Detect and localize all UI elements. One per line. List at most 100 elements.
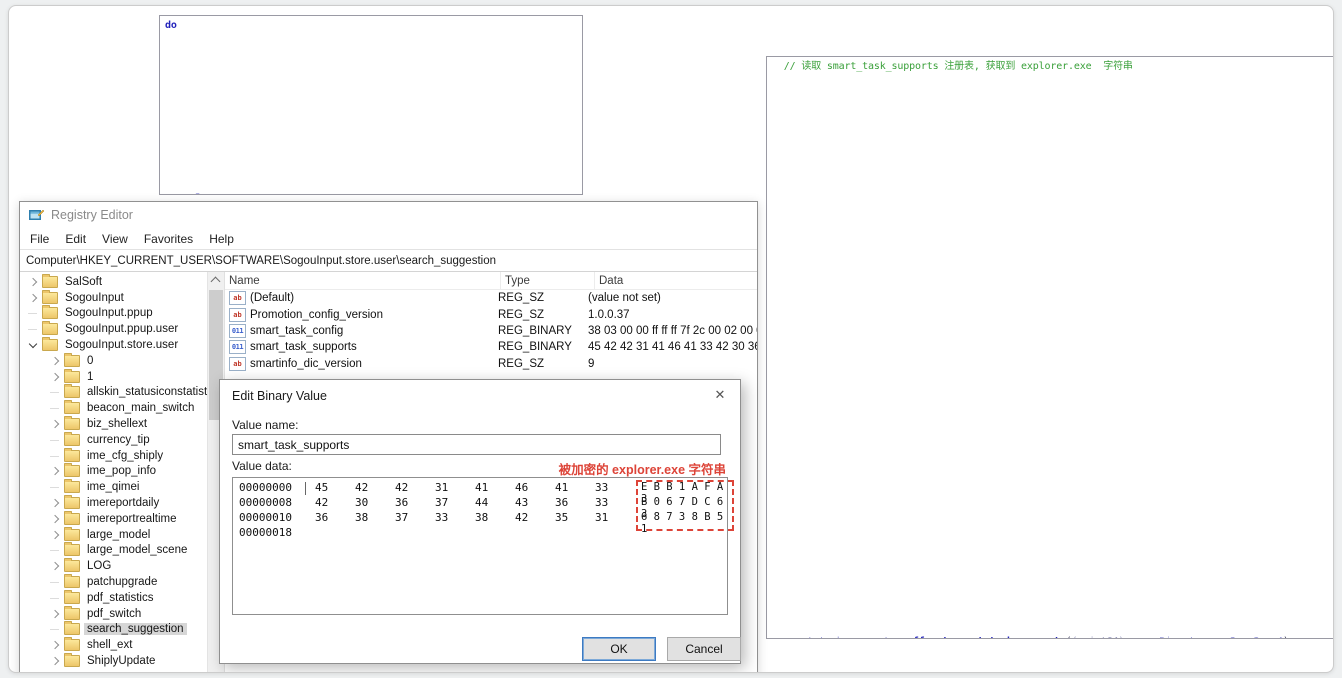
tree-item-ime_cfg_shiply[interactable]: ime_cfg_shiply <box>20 447 208 464</box>
code-line: // 读取 smart_task_supports 注册表, 获取到 explo… <box>772 61 1133 72</box>
address-bar-input[interactable]: Computer\HKEY_CURRENT_USER\SOFTWARE\Sogo… <box>20 249 757 272</box>
tree-item-0[interactable]: 0 <box>20 352 208 369</box>
tree-item-ShiplyUpdate[interactable]: ShiplyUpdate <box>20 653 208 669</box>
folder-icon <box>64 637 80 652</box>
tree-expander-icon[interactable] <box>48 609 62 619</box>
hex-byte: 42 <box>315 496 329 509</box>
tree-connector <box>26 308 40 318</box>
tree-item-search_suggestion[interactable]: search_suggestion <box>20 621 208 638</box>
tree-connector <box>48 577 62 587</box>
tree-item-label: allskin_statusiconstatistics <box>87 386 222 399</box>
tree-expander-icon[interactable] <box>48 419 62 429</box>
decompiler-panel-right: // 读取 smart_task_supports 注册表, 获取到 explo… <box>766 56 1333 639</box>
tree-expander-icon[interactable] <box>26 340 40 350</box>
tree-item-SogouInput.store.user[interactable]: SogouInput.store.user <box>20 337 208 353</box>
tree-item-label: SogouInput.ppup <box>65 307 153 320</box>
tree-expander-icon[interactable] <box>48 514 62 524</box>
tree-item-LOG[interactable]: LOG <box>20 558 208 574</box>
tree-item-SogouInput.ppup.user[interactable]: SogouInput.ppup.user <box>20 321 208 337</box>
tree-item-pdf_statistics[interactable]: pdf_statistics <box>20 589 208 606</box>
registry-tree-pane: SalSoft SogouInput SogouInput.ppup SogouInp… <box>20 272 225 672</box>
value-type: REG_SZ <box>498 357 545 370</box>
value-row-smartinfo_dic_version[interactable]: ab smartinfo_dic_version REG_SZ 9 <box>225 356 757 372</box>
tree-expander-icon[interactable] <box>48 356 62 366</box>
encrypted-string-annotation: 被加密的 explorer.exe 字符串 <box>558 463 726 477</box>
close-icon[interactable]: ✕ <box>712 387 728 403</box>
menu-edit[interactable]: Edit <box>57 230 94 248</box>
tree-item-ime_pop_info[interactable]: ime_pop_info <box>20 463 208 480</box>
hex-editor[interactable]: 00000000 45 42 42 31 41 46 41 33 E B B 1 A F A 30… <box>232 477 734 615</box>
tree-item-allskin_statusiconstatistics[interactable]: allskin_statusiconstatistics <box>20 384 221 401</box>
value-type: REG_BINARY <box>498 324 572 337</box>
menu-help[interactable]: Help <box>201 230 242 248</box>
value-row-smart_task_config[interactable]: 011 smart_task_config REG_BINARY 38 03 00 0… <box>225 323 757 339</box>
tree-item-1[interactable]: 1 <box>20 368 208 385</box>
hex-byte: 31 <box>435 481 449 494</box>
value-name-input[interactable]: smart_task_supports <box>232 434 721 455</box>
tree-item-large_model_scene[interactable]: large_model_scene <box>20 542 208 559</box>
tree-expander-icon[interactable] <box>48 640 62 650</box>
hex-row-00000000[interactable]: 00000000 45 42 42 31 41 46 41 33 E B B 1 A F A 3 <box>233 481 727 505</box>
tree-item-SogouInput.ppup[interactable]: SogouInput.ppup <box>20 305 208 322</box>
value-row-smart_task_supports[interactable]: 011 smart_task_supports REG_BINARY 45 42 42… <box>225 339 757 355</box>
tree-item-SalSoft[interactable]: SalSoft <box>20 273 208 290</box>
tree-item-SogouInput[interactable]: SogouInput <box>20 289 208 306</box>
tree-item-ime_qimei[interactable]: ime_qimei <box>20 479 208 495</box>
value-name: smart_task_supports <box>250 341 357 354</box>
scroll-up-icon[interactable] <box>210 276 221 287</box>
tree-expander-icon[interactable] <box>48 561 62 571</box>
content-card: do ++n8;while ( aSmartTaskSuppo[n8] );ff… <box>8 5 1334 673</box>
code-line: do <box>165 20 177 31</box>
tree-item-beacon_main_switch[interactable]: beacon_main_switch <box>20 400 208 416</box>
tree-item-biz_shellext[interactable]: biz_shellext <box>20 416 208 432</box>
folder-icon <box>64 447 80 462</box>
tree-expander-icon[interactable] <box>48 498 62 508</box>
tree-expander-icon[interactable] <box>26 293 40 303</box>
tree-item-label: SogouInput.ppup.user <box>65 323 179 336</box>
menu-favorites[interactable]: Favorites <box>136 230 201 248</box>
hex-byte: 41 <box>555 481 569 494</box>
tree-item-label: shell_ext <box>87 639 133 652</box>
folder-icon <box>64 621 80 636</box>
hex-byte: 45 <box>315 481 329 494</box>
folder-icon <box>64 431 80 446</box>
tree-connector <box>48 593 62 603</box>
tree-item-currency_tip[interactable]: currency_tip <box>20 431 208 448</box>
hex-byte: 37 <box>435 496 449 509</box>
tree-connector <box>48 435 62 445</box>
tree-item-large_model[interactable]: large_model <box>20 526 208 543</box>
tree-item-label: large_model_scene <box>87 544 188 557</box>
tree-expander-icon[interactable] <box>48 530 62 540</box>
tree-item-pdf_switch[interactable]: pdf_switch <box>20 605 208 622</box>
column-header-type[interactable]: Type <box>501 272 595 289</box>
tree-item-shell_ext[interactable]: shell_ext <box>20 637 208 653</box>
folder-icon <box>64 589 80 604</box>
title-bar: Registry Editor <box>20 202 757 228</box>
hex-row-00000018[interactable]: 00000018 <box>233 526 727 541</box>
reg-binary-icon: 011 <box>229 340 246 355</box>
folder-icon <box>64 510 80 525</box>
column-header-name[interactable]: Name <box>225 272 501 289</box>
tree-expander-icon[interactable] <box>48 372 62 382</box>
hex-offset: 00000000 <box>239 481 292 494</box>
tree-expander-icon[interactable] <box>48 656 62 666</box>
menu-file[interactable]: File <box>22 230 57 248</box>
hex-byte: 42 <box>355 481 369 494</box>
cancel-button[interactable]: Cancel <box>667 637 741 661</box>
tree-item-label: 1 <box>87 370 94 383</box>
ok-button[interactable]: OK <box>582 637 656 661</box>
tree-item-patchupgrade[interactable]: patchupgrade <box>20 574 208 590</box>
reg-sz-icon: ab <box>229 356 246 371</box>
tree-expander-icon[interactable] <box>48 466 62 476</box>
hex-row-00000010[interactable]: 00000010 36 38 37 33 38 42 35 31 6 8 7 3 8 B 5 1 <box>233 511 727 535</box>
tree-item-imereportdaily[interactable]: imereportdaily <box>20 495 208 511</box>
menu-bar: File Edit View Favorites Help <box>20 228 757 249</box>
tree-item-imereportrealtime[interactable]: imereportrealtime <box>20 510 208 527</box>
menu-view[interactable]: View <box>94 230 136 248</box>
value-row-(Default)[interactable]: ab (Default) REG_SZ (value not set) <box>225 290 757 306</box>
value-row-Promotion_config_version[interactable]: ab Promotion_config_version REG_SZ 1.0.0.37 <box>225 306 757 322</box>
registry-tree: SalSoft SogouInput SogouInput.ppup SogouInp… <box>20 273 221 669</box>
tree-expander-icon[interactable] <box>26 277 40 287</box>
hex-row-00000008[interactable]: 00000008 42 30 36 37 44 43 36 33 B 0 6 7 D C 6 3 <box>233 496 727 520</box>
column-header-data[interactable]: Data <box>595 272 757 289</box>
